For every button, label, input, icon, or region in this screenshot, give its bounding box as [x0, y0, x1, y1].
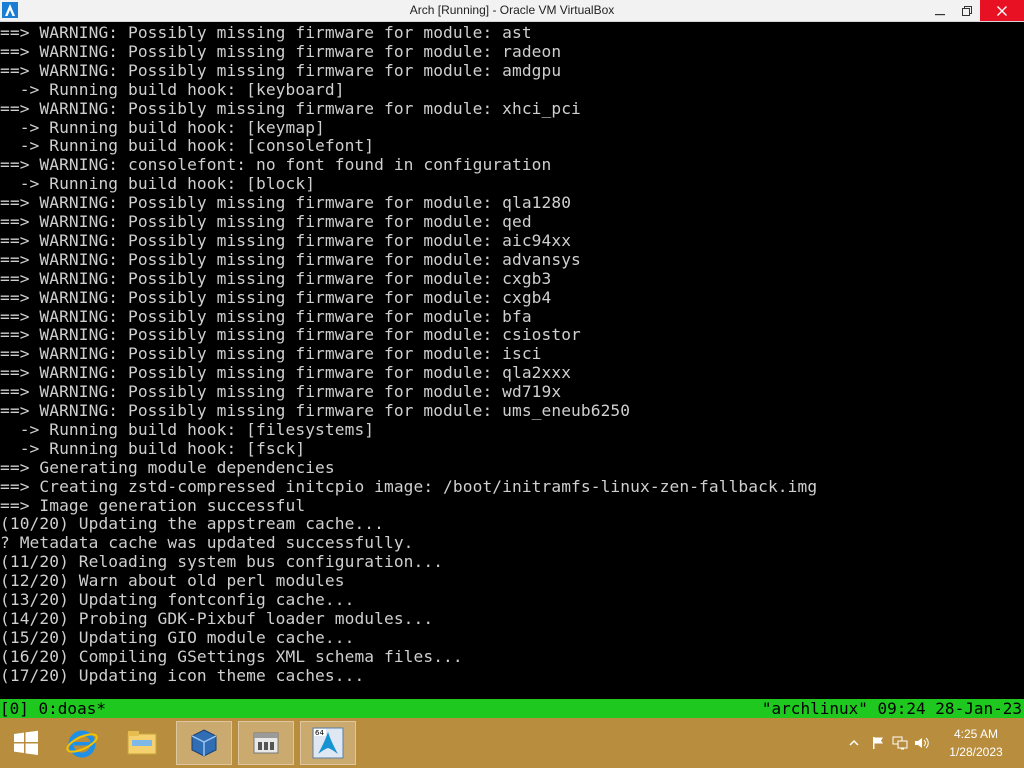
console-line: -> Running build hook: [fsck] — [0, 438, 306, 458]
console-line: -> Running build hook: [keymap] — [0, 117, 325, 137]
folder-icon — [127, 731, 157, 755]
console-line: (14/20) Probing GDK-Pixbuf loader module… — [0, 608, 434, 628]
console-line: -> Running build hook: [consolefont] — [0, 136, 375, 156]
console-line: (15/20) Updating GIO module cache... — [0, 627, 355, 647]
network-icon[interactable] — [892, 735, 908, 751]
clock-time: 4:25 AM — [953, 727, 999, 741]
close-button[interactable] — [980, 0, 1024, 21]
console-line: (10/20) Updating the appstream cache... — [0, 514, 384, 534]
console-line: ==> WARNING: Possibly missing firmware f… — [0, 230, 572, 250]
show-hidden-icons-chevron-icon[interactable] — [846, 735, 862, 751]
console-line: ==> WARNING: Possibly missing firmware f… — [0, 268, 552, 288]
console-line: (17/20) Updating icon theme caches... — [0, 665, 365, 685]
console-line: (12/20) Warn about old perl modules — [0, 571, 345, 591]
restore-icon — [962, 5, 972, 16]
console-line: -> Running build hook: [block] — [0, 174, 316, 194]
minimize-button[interactable] — [926, 0, 954, 21]
console-line: ==> WARNING: Possibly missing firmware f… — [0, 401, 631, 420]
minimize-icon — [935, 13, 945, 15]
tmux-window-list: [0] 0:doas* — [0, 699, 106, 718]
taskbar: 64 4:25 AM 1/28/2023 — [0, 718, 1024, 768]
console-line: ==> WARNING: Possibly missing firmware f… — [0, 249, 581, 269]
vm-64-badge: 64 — [315, 729, 324, 737]
console-line: ==> WARNING: Possibly missing firmware f… — [0, 41, 562, 61]
vm-console-screen[interactable]: ==> WARNING: Possibly missing firmware f… — [0, 22, 1024, 699]
restore-button[interactable] — [954, 0, 980, 21]
console-line: ==> WARNING: Possibly missing firmware f… — [0, 193, 572, 213]
tmux-status-bar: [0] 0:doas* "archlinux" 09:24 28-Jan-23 — [0, 699, 1024, 718]
taskbar-virtualbox-manager[interactable] — [176, 721, 232, 765]
taskbar-file-explorer[interactable] — [114, 721, 170, 765]
tmux-host-clock: "archlinux" 09:24 28-Jan-23 — [761, 699, 1022, 718]
action-center-flag-icon[interactable] — [870, 735, 886, 751]
windows-logo-icon — [14, 730, 38, 755]
window-title-bar[interactable]: Arch [Running] - Oracle VM VirtualBox — [0, 0, 1024, 22]
console-line: ==> WARNING: Possibly missing firmware f… — [0, 344, 542, 364]
console-line: ==> WARNING: Possibly missing firmware f… — [0, 325, 581, 345]
app-window-icon — [253, 732, 279, 754]
console-line: ==> WARNING: Possibly missing firmware f… — [0, 382, 562, 402]
window-title: Arch [Running] - Oracle VM VirtualBox — [409, 3, 615, 17]
taskbar-internet-explorer[interactable] — [54, 721, 110, 765]
console-line: ==> WARNING: Possibly missing firmware f… — [0, 306, 532, 326]
console-line: (16/20) Compiling GSettings XML schema f… — [0, 646, 463, 666]
console-line: ==> Image generation successful — [0, 495, 306, 515]
console-line: ==> WARNING: Possibly missing firmware f… — [0, 60, 562, 80]
clock-date: 1/28/2023 — [949, 745, 1003, 759]
volume-icon[interactable] — [914, 735, 930, 751]
console-line: (13/20) Updating fontconfig cache... — [0, 590, 355, 609]
internet-explorer-icon — [66, 730, 98, 758]
console-line: ? Metadata cache was updated successfull… — [0, 533, 414, 553]
taskbar-arch-vm[interactable]: 64 — [300, 721, 356, 765]
console-line: -> Running build hook: [filesystems] — [0, 419, 375, 439]
start-button[interactable] — [4, 721, 48, 765]
arch-linux-icon: 64 — [312, 727, 344, 759]
console-line: ==> WARNING: Possibly missing firmware f… — [0, 287, 552, 307]
console-line: -> Running build hook: [keyboard] — [0, 79, 345, 99]
console-line: ==> WARNING: Possibly missing firmware f… — [0, 23, 532, 42]
console-line: ==> WARNING: Possibly missing firmware f… — [0, 363, 572, 383]
console-line: ==> Creating zstd-compressed initcpio im… — [0, 476, 818, 496]
system-tray — [846, 718, 930, 768]
virtualbox-icon — [191, 729, 217, 757]
taskbar-app-window[interactable] — [238, 721, 294, 765]
console-line: ==> Generating module dependencies — [0, 457, 335, 477]
close-icon — [997, 5, 1007, 16]
taskbar-clock[interactable]: 4:25 AM 1/28/2023 — [936, 725, 1016, 761]
console-line: ==> WARNING: Possibly missing firmware f… — [0, 212, 532, 231]
console-line: ==> WARNING: consolefont: no font found … — [0, 155, 552, 175]
console-line: ==> WARNING: Possibly missing firmware f… — [0, 98, 581, 118]
console-line: (11/20) Reloading system bus configurati… — [0, 552, 444, 572]
